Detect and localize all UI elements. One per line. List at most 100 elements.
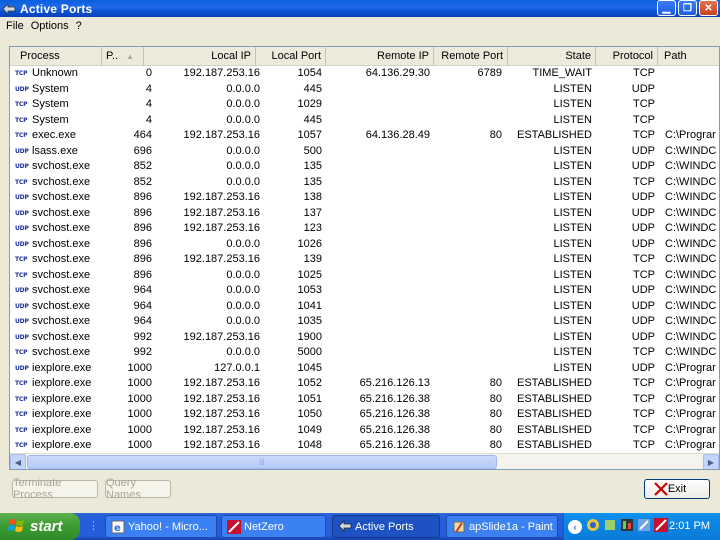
table-row[interactable]: UDP System 4 0.0.0.0 445 LISTEN UDP bbox=[10, 82, 719, 98]
column-header-protocol[interactable]: Protocol bbox=[596, 47, 658, 66]
cell-path bbox=[665, 113, 719, 129]
cell-path: C:\WINDC bbox=[665, 268, 717, 281]
cell-state: LISTEN bbox=[553, 82, 592, 95]
cell-state: LISTEN bbox=[553, 98, 592, 110]
cell-local-port: 1025 bbox=[297, 268, 322, 281]
cell-local-port: 1051 bbox=[297, 392, 322, 405]
cell-path: C:\Prograr bbox=[665, 361, 716, 374]
cell-protocol: TCP bbox=[633, 392, 655, 405]
cell-pid: 992 bbox=[133, 330, 152, 343]
column-header-state[interactable]: State bbox=[508, 47, 596, 66]
cell-path bbox=[665, 82, 719, 98]
table-row[interactable]: UDP svchost.exe 896 0.0.0.0 1026 LISTEN UDP C:\… bbox=[10, 237, 719, 253]
table-row[interactable]: TCP iexplore.exe 1000 192.187.253.16 1049 65.… bbox=[10, 423, 719, 439]
table-row[interactable]: TCP Unknown 0 192.187.253.16 1054 64.136.29.3… bbox=[10, 66, 719, 82]
exit-button[interactable]: Exit bbox=[644, 479, 710, 499]
title-bar[interactable]: Active Ports ▁ ❐ ✕ bbox=[0, 0, 720, 17]
cell-remote-port bbox=[430, 190, 502, 206]
column-header-path[interactable]: Path bbox=[658, 47, 719, 66]
table-row[interactable]: UDP svchost.exe 964 0.0.0.0 1053 LISTEN UDP C:\… bbox=[10, 283, 719, 299]
sort-ascending-icon: ▲ bbox=[126, 52, 135, 61]
minimize-icon: ▁ bbox=[662, 2, 671, 14]
menu-file[interactable]: File bbox=[4, 20, 29, 32]
cell-local-port: 1054 bbox=[297, 67, 322, 79]
tcp-protocol-icon: TCP bbox=[15, 132, 28, 139]
table-row[interactable]: TCP iexplore.exe 1000 192.187.253.16 1051 65.… bbox=[10, 392, 719, 408]
menu-options[interactable]: Options bbox=[29, 20, 74, 32]
horizontal-scrollbar[interactable]: ◀ ||| ▶ bbox=[10, 453, 719, 469]
cell-remote-port: 80 bbox=[489, 439, 502, 451]
cell-state: ESTABLISHED bbox=[517, 408, 592, 420]
table-row[interactable]: UDP svchost.exe 896 192.187.253.16 138 LISTEN… bbox=[10, 190, 719, 206]
close-button[interactable]: ✕ bbox=[699, 0, 718, 16]
start-button[interactable]: start bbox=[0, 513, 80, 540]
clock[interactable]: 2:01 PM bbox=[669, 520, 710, 532]
table-row[interactable]: UDP svchost.exe 992 192.187.253.16 1900 LISTE… bbox=[10, 330, 719, 346]
task-paint[interactable]: apSlide1a - Paint bbox=[446, 515, 558, 538]
table-row[interactable]: TCP svchost.exe 896 0.0.0.0 1025 LISTEN TCP C:\… bbox=[10, 268, 719, 284]
cell-remote-ip bbox=[322, 345, 430, 361]
cell-local-ip: 0.0.0.0 bbox=[226, 82, 260, 95]
cell-process: System bbox=[32, 113, 69, 126]
cell-pid: 4 bbox=[145, 82, 152, 95]
column-header-remote-ip[interactable]: Remote IP bbox=[326, 47, 434, 66]
tray-icon-5[interactable] bbox=[654, 518, 668, 535]
cell-local-port: 1035 bbox=[297, 315, 322, 327]
cell-local-port: 138 bbox=[303, 191, 322, 203]
task-yahoo[interactable]: e Yahoo! - Micro... bbox=[105, 515, 217, 538]
table-row[interactable]: TCP iexplore.exe 1000 192.187.253.16 1048 65.… bbox=[10, 438, 719, 454]
ports-list-view[interactable]: Process P.. ▲ Local IP Local Port Remote… bbox=[9, 46, 720, 470]
column-header-local-port[interactable]: Local Port bbox=[256, 47, 326, 66]
table-row[interactable]: TCP System 4 0.0.0.0 1029 LISTEN TCP bbox=[10, 97, 719, 113]
cell-local-ip: 0.0.0.0 bbox=[226, 98, 260, 110]
show-hidden-icons-icon[interactable]: ‹ bbox=[568, 519, 582, 534]
cell-local-port: 1045 bbox=[297, 361, 322, 374]
tray-icon-1[interactable] bbox=[586, 518, 600, 535]
cell-state: LISTEN bbox=[553, 113, 592, 126]
cell-remote-port: 6789 bbox=[477, 67, 502, 79]
terminate-process-button[interactable]: Terminate Process bbox=[12, 477, 98, 501]
maximize-button[interactable]: ❐ bbox=[678, 0, 697, 16]
tray-icon-2[interactable] bbox=[603, 518, 617, 535]
scroll-right-button[interactable]: ▶ bbox=[703, 454, 719, 469]
table-row[interactable]: UDP svchost.exe 964 0.0.0.0 1041 LISTEN UDP C:\… bbox=[10, 299, 719, 315]
scroll-thumb[interactable]: ||| bbox=[27, 455, 497, 469]
cell-path: C:\WINDC bbox=[665, 237, 717, 250]
cell-pid: 464 bbox=[133, 129, 152, 141]
query-names-button[interactable]: Query Names bbox=[105, 477, 171, 501]
table-row[interactable]: UDP svchost.exe 896 192.187.253.16 123 LISTEN… bbox=[10, 221, 719, 237]
cell-local-ip: 0.0.0.0 bbox=[226, 175, 260, 188]
column-header-local-ip[interactable]: Local IP bbox=[144, 47, 256, 66]
cell-remote-port bbox=[430, 283, 502, 299]
cell-local-ip: 0.0.0.0 bbox=[226, 346, 260, 358]
tray-icon-4[interactable] bbox=[637, 518, 651, 535]
column-header-pid[interactable]: P.. ▲ bbox=[102, 47, 144, 66]
table-row[interactable]: TCP svchost.exe 852 0.0.0.0 135 LISTEN TCP C:\W… bbox=[10, 175, 719, 191]
task-active-ports[interactable]: Active Ports bbox=[332, 515, 440, 538]
table-row[interactable]: TCP System 4 0.0.0.0 445 LISTEN TCP bbox=[10, 113, 719, 129]
column-header-remote-port[interactable]: Remote Port bbox=[434, 47, 508, 66]
scroll-left-button[interactable]: ◀ bbox=[10, 454, 26, 469]
cell-local-ip: 192.187.253.16 bbox=[183, 330, 260, 343]
table-row[interactable]: UDP svchost.exe 964 0.0.0.0 1035 LISTEN UDP C:\… bbox=[10, 314, 719, 330]
tray-icon-3[interactable] bbox=[620, 518, 634, 535]
cell-pid: 4 bbox=[145, 113, 152, 126]
minimize-button[interactable]: ▁ bbox=[657, 0, 676, 16]
table-row[interactable]: UDP iexplore.exe 1000 127.0.0.1 1045 LISTEN UD… bbox=[10, 361, 719, 377]
table-row[interactable]: TCP svchost.exe 992 0.0.0.0 5000 LISTEN TCP C:\… bbox=[10, 345, 719, 361]
cell-remote-ip: 65.216.126.38 bbox=[359, 392, 430, 405]
table-row[interactable]: UDP svchost.exe 896 192.187.253.16 137 LISTEN… bbox=[10, 206, 719, 222]
table-row[interactable]: TCP iexplore.exe 1000 192.187.253.16 1052 65.… bbox=[10, 376, 719, 392]
table-row[interactable]: UDP svchost.exe 852 0.0.0.0 135 LISTEN UDP C:\W… bbox=[10, 159, 719, 175]
cell-local-ip: 0.0.0.0 bbox=[226, 299, 260, 312]
task-netzero[interactable]: NetZero bbox=[221, 515, 326, 538]
table-row[interactable]: TCP svchost.exe 896 192.187.253.16 139 LISTEN… bbox=[10, 252, 719, 268]
cell-path: C:\WINDC bbox=[665, 206, 717, 219]
table-row[interactable]: UDP lsass.exe 696 0.0.0.0 500 LISTEN UDP C:\WIN… bbox=[10, 144, 719, 160]
menu-help[interactable]: ? bbox=[74, 20, 87, 32]
cell-remote-port bbox=[430, 330, 502, 346]
cell-remote-ip: 65.216.126.38 bbox=[359, 439, 430, 451]
table-row[interactable]: TCP exec.exe 464 192.187.253.16 1057 64.136.2… bbox=[10, 128, 719, 144]
table-row[interactable]: TCP iexplore.exe 1000 192.187.253.16 1050 65.… bbox=[10, 407, 719, 423]
column-header-process[interactable]: Process bbox=[10, 47, 102, 66]
